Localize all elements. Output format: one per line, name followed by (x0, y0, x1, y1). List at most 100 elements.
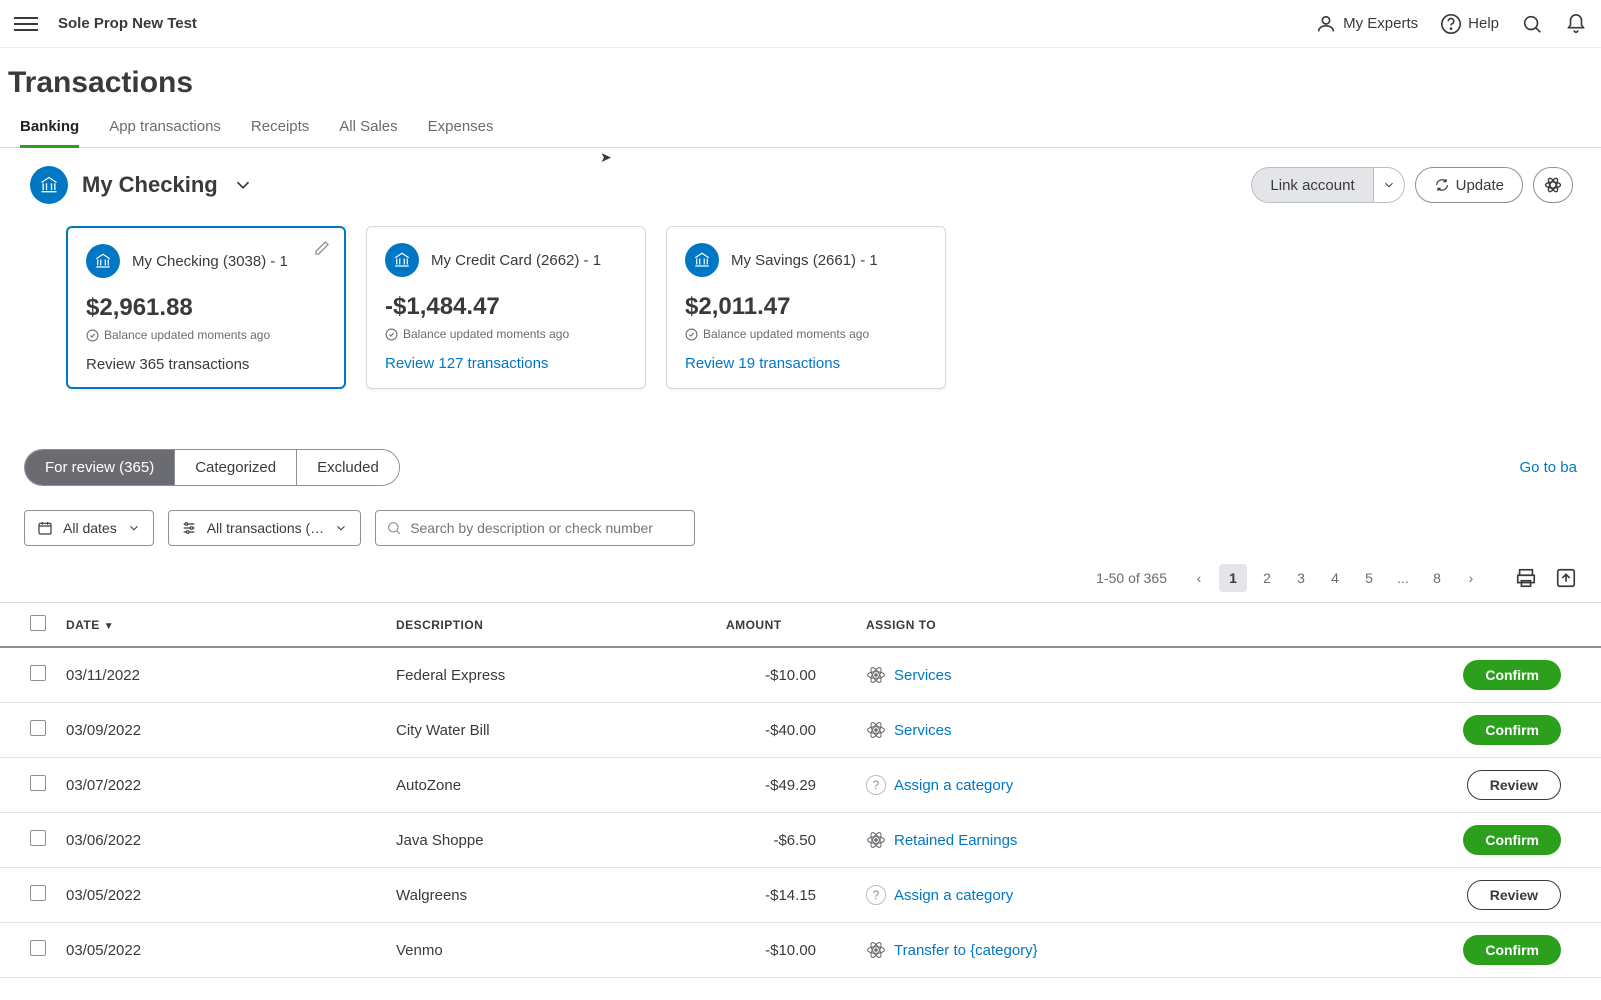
date-filter[interactable]: All dates (24, 510, 154, 546)
page-4[interactable]: 4 (1321, 564, 1349, 592)
row-checkbox[interactable] (30, 775, 46, 791)
confirm-button[interactable]: Confirm (1463, 715, 1561, 745)
col-assign[interactable]: ASSIGN TO (856, 603, 1186, 648)
link-account-dropdown[interactable] (1373, 167, 1405, 203)
goto-link[interactable]: Go to ba (1519, 459, 1577, 476)
assign-link[interactable]: Services (894, 667, 952, 684)
page-2[interactable]: 2 (1253, 564, 1281, 592)
search-input[interactable] (410, 520, 684, 536)
search-box[interactable] (375, 510, 695, 546)
table-row[interactable]: 03/09/2022City Water Bill-$40.00Services… (0, 703, 1601, 758)
confirm-button[interactable]: Confirm (1463, 935, 1561, 965)
row-checkbox[interactable] (30, 720, 46, 736)
page-8[interactable]: 8 (1423, 564, 1451, 592)
col-date[interactable]: DATE▼ (56, 603, 386, 648)
confirm-button[interactable]: Confirm (1463, 825, 1561, 855)
row-description: City Water Bill (386, 703, 716, 758)
row-checkbox[interactable] (30, 830, 46, 846)
row-amount: -$14.15 (716, 868, 856, 923)
page-next[interactable]: › (1457, 564, 1485, 592)
assign-link[interactable]: Assign a category (894, 887, 1013, 904)
bell-icon[interactable] (1565, 13, 1587, 35)
transactions-table: DATE▼ DESCRIPTION AMOUNT ASSIGN TO 03/11… (0, 602, 1601, 978)
page-5[interactable]: 5 (1355, 564, 1383, 592)
help-label: Help (1468, 15, 1499, 32)
assign-link[interactable]: Transfer to {category} (894, 942, 1038, 959)
ai-icon (866, 940, 886, 960)
card-balance: -$1,484.47 (385, 293, 627, 321)
export-icon[interactable] (1555, 567, 1577, 589)
pill-excluded[interactable]: Excluded (297, 450, 399, 485)
ai-button[interactable] (1533, 167, 1573, 203)
tab-receipts[interactable]: Receipts (251, 108, 309, 147)
card-review-link[interactable]: Review 365 transactions (86, 356, 326, 373)
transaction-filter[interactable]: All transactions (… (168, 510, 361, 546)
row-amount: -$49.29 (716, 758, 856, 813)
update-button[interactable]: Update (1415, 167, 1523, 203)
confirm-button[interactable]: Confirm (1463, 660, 1561, 690)
row-description: Venmo (386, 923, 716, 978)
account-dropdown[interactable] (232, 174, 254, 196)
link-account-button[interactable]: Link account (1251, 167, 1372, 203)
table-row[interactable]: 03/05/2022Venmo-$10.00Transfer to {categ… (0, 923, 1601, 978)
review-button[interactable]: Review (1467, 880, 1561, 910)
date-filter-label: All dates (63, 520, 117, 536)
table-row[interactable]: 03/11/2022Federal Express-$10.00Services… (0, 647, 1601, 703)
bank-icon (86, 244, 120, 278)
col-description[interactable]: DESCRIPTION (386, 603, 716, 648)
help-button[interactable]: Help (1440, 13, 1499, 35)
assign-link[interactable]: Services (894, 722, 952, 739)
card-updated: Balance updated moments ago (685, 327, 927, 341)
print-icon[interactable] (1515, 567, 1537, 589)
bank-icon (30, 166, 68, 204)
pagination-range: 1-50 of 365 (1096, 570, 1167, 586)
row-amount: -$10.00 (716, 923, 856, 978)
account-card[interactable]: My Checking (3038) - 1$2,961.88Balance u… (66, 226, 346, 389)
page-prev[interactable]: ‹ (1185, 564, 1213, 592)
card-balance: $2,011.47 (685, 293, 927, 321)
account-card[interactable]: My Savings (2661) - 1 $2,011.47 Balance up… (666, 226, 946, 389)
col-amount[interactable]: AMOUNT (716, 603, 856, 648)
tab-app-transactions[interactable]: App transactions (109, 108, 221, 147)
search-icon (386, 520, 402, 536)
account-card[interactable]: My Credit Card (2662) - 1-$1,484.47Balan… (366, 226, 646, 389)
my-experts-label: My Experts (1343, 15, 1418, 32)
tab-banking[interactable]: Banking (20, 108, 79, 147)
table-row[interactable]: 03/06/2022Java Shoppe-$6.50Retained Earn… (0, 813, 1601, 868)
row-amount: -$10.00 (716, 647, 856, 703)
question-icon: ? (866, 775, 886, 795)
ai-icon (866, 720, 886, 740)
tab-expenses[interactable]: Expenses (428, 108, 494, 147)
question-icon: ? (866, 885, 886, 905)
edit-icon[interactable] (314, 240, 330, 261)
tab-all-sales[interactable]: All Sales (339, 108, 397, 147)
row-description: AutoZone (386, 758, 716, 813)
pill-categorized[interactable]: Categorized (175, 450, 297, 485)
chevron-down-icon (127, 521, 141, 535)
card-updated: Balance updated moments ago (86, 328, 326, 342)
my-experts-button[interactable]: My Experts (1315, 13, 1418, 35)
chevron-down-icon (334, 521, 348, 535)
row-date: 03/11/2022 (56, 647, 386, 703)
row-date: 03/09/2022 (56, 703, 386, 758)
menu-icon[interactable] (14, 12, 38, 36)
card-balance: $2,961.88 (86, 294, 326, 322)
row-checkbox[interactable] (30, 665, 46, 681)
row-description: Java Shoppe (386, 813, 716, 868)
row-date: 03/07/2022 (56, 758, 386, 813)
search-icon[interactable] (1521, 13, 1543, 35)
assign-link[interactable]: Retained Earnings (894, 832, 1017, 849)
card-review-link[interactable]: Review 127 transactions (385, 355, 627, 372)
page-1[interactable]: 1 (1219, 564, 1247, 592)
card-name: My Savings (2661) - 1 (731, 252, 878, 269)
card-review-link[interactable]: Review 19 transactions (685, 355, 927, 372)
table-row[interactable]: 03/07/2022AutoZone-$49.29? Assign a categ… (0, 758, 1601, 813)
pill-for-review[interactable]: For review (365) (25, 450, 175, 485)
review-button[interactable]: Review (1467, 770, 1561, 800)
table-row[interactable]: 03/05/2022Walgreens-$14.15?Assign a cate… (0, 868, 1601, 923)
row-checkbox[interactable] (30, 940, 46, 956)
select-all-checkbox[interactable] (30, 615, 46, 631)
row-checkbox[interactable] (30, 885, 46, 901)
page-3[interactable]: 3 (1287, 564, 1315, 592)
assign-link[interactable]: Assign a category (894, 777, 1013, 794)
